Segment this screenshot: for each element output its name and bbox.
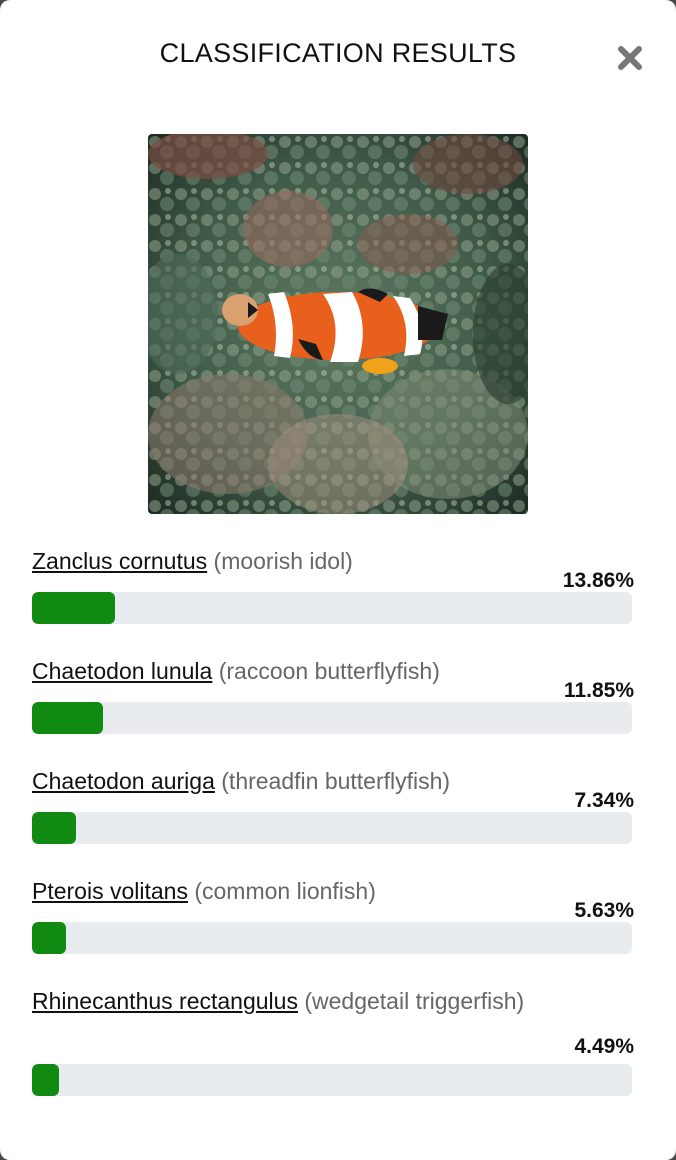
- scientific-name-link[interactable]: Rhinecanthus rectangulus: [32, 988, 298, 1014]
- confidence-bar-fill: [32, 1064, 59, 1096]
- result-row: Pterois volitans (common lionfish) 5.63%: [32, 876, 634, 954]
- scientific-name-link[interactable]: Pterois volitans: [32, 878, 188, 904]
- common-name: (threadfin butterflyfish): [221, 768, 451, 794]
- common-name: (raccoon butterflyfish): [218, 658, 440, 684]
- common-name: (wedgetail triggerfish): [304, 988, 525, 1014]
- scientific-name-link[interactable]: Chaetodon lunula: [32, 658, 212, 684]
- result-label: Chaetodon lunula (raccoon butterflyfish): [32, 656, 632, 686]
- confidence-bar: [32, 702, 632, 734]
- confidence-percent: 11.85%: [563, 679, 634, 702]
- confidence-percent: 7.34%: [574, 789, 634, 812]
- confidence-bar: [32, 1064, 632, 1096]
- common-name: (common lionfish): [194, 878, 376, 904]
- classification-modal: CLASSIFICATION RESULTS Zanclus cornutus …: [0, 0, 676, 1160]
- scientific-name-link[interactable]: Chaetodon auriga: [32, 768, 215, 794]
- confidence-bar: [32, 812, 632, 844]
- confidence-bar-fill: [32, 922, 66, 954]
- result-label: Zanclus cornutus (moorish idol): [32, 546, 632, 576]
- result-row: Chaetodon lunula (raccoon butterflyfish)…: [32, 656, 634, 734]
- confidence-bar: [32, 922, 632, 954]
- modal-title: CLASSIFICATION RESULTS: [159, 38, 517, 68]
- confidence-percent: 13.86%: [562, 569, 634, 592]
- classified-image: [148, 134, 528, 514]
- confidence-bar-fill: [32, 702, 104, 734]
- result-label: Pterois volitans (common lionfish): [32, 876, 632, 906]
- confidence-bar: [32, 592, 632, 624]
- common-name: (moorish idol): [213, 548, 353, 574]
- confidence-bar-fill: [32, 812, 77, 844]
- confidence-percent: 5.63%: [574, 899, 634, 922]
- confidence-percent: 4.49%: [574, 1035, 634, 1058]
- close-icon[interactable]: [612, 40, 648, 76]
- result-label: Rhinecanthus rectangulus (wedgetail trig…: [32, 986, 632, 1016]
- result-label: Chaetodon auriga (threadfin butterflyfis…: [32, 766, 632, 796]
- scientific-name-link[interactable]: Zanclus cornutus: [32, 548, 207, 574]
- result-row: Chaetodon auriga (threadfin butterflyfis…: [32, 766, 634, 844]
- confidence-bar-fill: [32, 592, 116, 624]
- result-row: Rhinecanthus rectangulus (wedgetail trig…: [32, 986, 634, 1096]
- result-row: Zanclus cornutus (moorish idol) 13.86%: [32, 546, 634, 624]
